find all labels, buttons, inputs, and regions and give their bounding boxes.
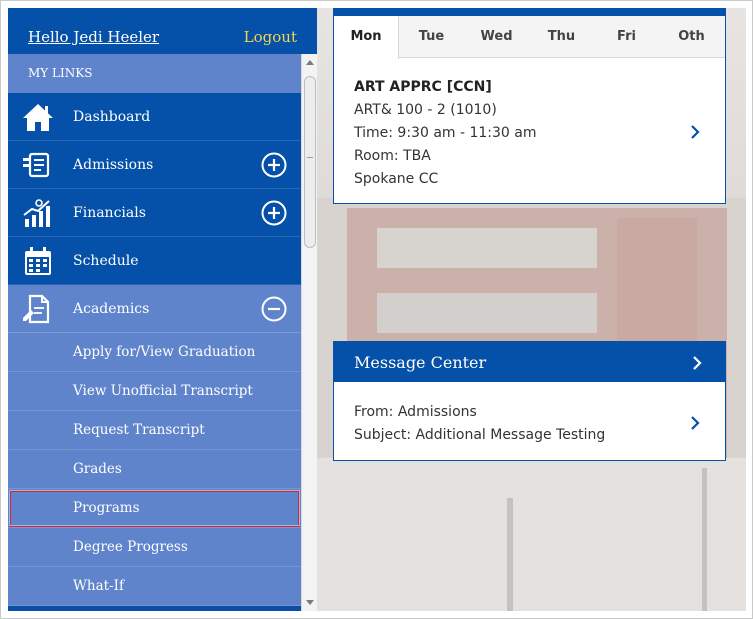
- expand-plus-icon[interactable]: [261, 152, 287, 178]
- scroll-up-arrow-icon[interactable]: [306, 60, 314, 65]
- sidebar-item-label: Admissions: [73, 157, 154, 173]
- collapse-minus-icon[interactable]: [261, 296, 287, 322]
- financials-icon: [23, 199, 50, 227]
- class-room: Room: TBA: [354, 148, 431, 164]
- scrollbar-thumb[interactable]: [304, 76, 316, 248]
- class-course: ART& 100 - 2 (1010): [354, 102, 497, 118]
- submenu-item-label: Programs: [73, 500, 140, 516]
- sidebar-scrollbar[interactable]: [301, 54, 317, 611]
- submenu-item-what-if[interactable]: What-If: [8, 567, 301, 606]
- class-time: Time: 9:30 am - 11:30 am: [354, 125, 537, 141]
- calendar-icon: [25, 247, 51, 275]
- admissions-icon: [23, 152, 50, 178]
- user-greeting-link[interactable]: Hello Jedi Heeler: [28, 28, 159, 46]
- tab-oth[interactable]: Oth: [659, 16, 724, 58]
- main-content: Mon Tue Wed Thu Fri Oth ART APPRC [CCN] …: [317, 8, 746, 611]
- submenu-item-label: View Unofficial Transcript: [73, 383, 253, 399]
- submenu-item-degree-progress[interactable]: Degree Progress: [8, 528, 301, 567]
- tab-mon[interactable]: Mon: [334, 16, 399, 59]
- home-icon: [23, 104, 53, 131]
- sidebar-item-schedule[interactable]: Schedule: [8, 237, 301, 285]
- class-campus: Spokane CC: [354, 171, 439, 187]
- sidebar-item-label: Financials: [73, 205, 146, 221]
- sidebar-item-academics[interactable]: Academics: [8, 285, 301, 333]
- submenu-item-label: Request Transcript: [73, 422, 205, 438]
- submenu-item-programs[interactable]: Programs: [8, 489, 301, 528]
- portal-window: Hello Jedi Heeler Logout MY LINKS Dashbo…: [0, 0, 753, 619]
- sidebar-item-label: Dashboard: [73, 109, 151, 125]
- submenu-item-grades[interactable]: Grades: [8, 450, 301, 489]
- class-title: ART APPRC [CCN]: [354, 79, 492, 95]
- message-center-header[interactable]: Message Center: [334, 342, 725, 382]
- tab-fri[interactable]: Fri: [594, 16, 659, 58]
- sidebar-header: Hello Jedi Heeler Logout: [8, 8, 317, 54]
- submenu-item-label: Degree Progress: [73, 539, 188, 555]
- tab-wed[interactable]: Wed: [464, 16, 529, 58]
- message-center-card: Message Center From: Admissions Subject:…: [333, 341, 726, 461]
- sidebar-item-label: Academics: [73, 301, 150, 317]
- submenu-item-graduation[interactable]: Apply for/View Graduation: [8, 333, 301, 372]
- expand-plus-icon[interactable]: [261, 200, 287, 226]
- chevron-right-icon[interactable]: [688, 125, 702, 139]
- scroll-down-arrow-icon[interactable]: [306, 600, 314, 605]
- day-tabs: Mon Tue Wed Thu Fri Oth: [334, 16, 725, 59]
- submenu-item-unofficial-transcript[interactable]: View Unofficial Transcript: [8, 372, 301, 411]
- message-from: From: Admissions: [354, 404, 477, 420]
- chevron-right-icon[interactable]: [688, 416, 702, 430]
- submenu-item-label: Apply for/View Graduation: [73, 344, 256, 360]
- submenu-item-request-transcript[interactable]: Request Transcript: [8, 411, 301, 450]
- sidebar: Hello Jedi Heeler Logout MY LINKS Dashbo…: [8, 8, 317, 611]
- my-links-heading: MY LINKS: [8, 54, 301, 93]
- sidebar-item-dashboard[interactable]: Dashboard: [8, 93, 301, 141]
- logout-link[interactable]: Logout: [244, 28, 297, 46]
- tab-tue[interactable]: Tue: [399, 16, 464, 58]
- message-center-title: Message Center: [354, 353, 487, 372]
- academics-icon: [23, 294, 50, 324]
- submenu-item-label: Grades: [73, 461, 122, 477]
- chevron-right-icon[interactable]: [690, 356, 704, 370]
- sidebar-item-admissions[interactable]: Admissions: [8, 141, 301, 189]
- sidebar-item-label: Schedule: [73, 253, 139, 269]
- submenu-item-label: What-If: [73, 578, 124, 594]
- tab-thu[interactable]: Thu: [529, 16, 594, 58]
- sidebar-menu: Dashboard Admissions Financials Schedule…: [8, 93, 301, 606]
- schedule-card: Mon Tue Wed Thu Fri Oth ART APPRC [CCN] …: [333, 8, 726, 204]
- sidebar-item-financials[interactable]: Financials: [8, 189, 301, 237]
- message-subject: Subject: Additional Message Testing: [354, 427, 606, 443]
- message-entry[interactable]: From: Admissions Subject: Additional Mes…: [354, 401, 605, 447]
- class-entry[interactable]: ART APPRC [CCN] ART& 100 - 2 (1010) Time…: [354, 76, 537, 191]
